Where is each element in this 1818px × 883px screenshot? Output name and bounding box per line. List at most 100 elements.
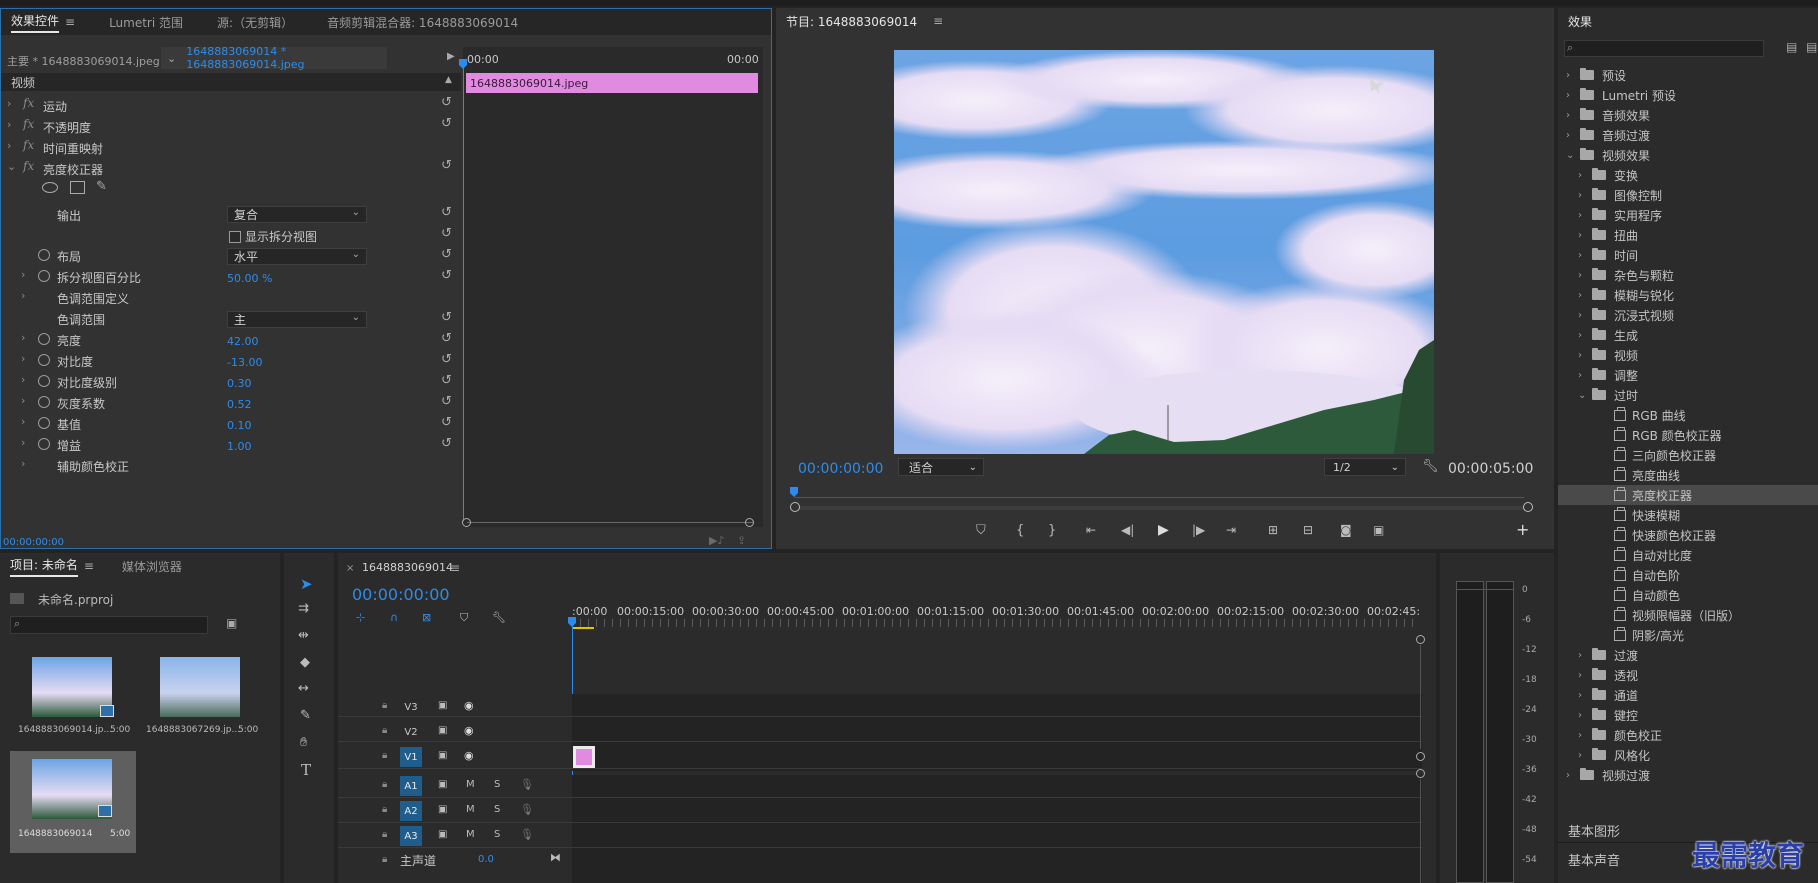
split-view-checkbox[interactable] bbox=[229, 231, 241, 243]
wrench-icon[interactable]: 🔧︎ bbox=[492, 611, 506, 624]
chevron-right-icon[interactable]: › bbox=[1578, 190, 1592, 201]
effects-tree-item[interactable]: › 生成 bbox=[1558, 325, 1818, 345]
tab-effect-controls[interactable]: 效果控件 ≡ bbox=[1, 9, 85, 35]
stopwatch-icon[interactable] bbox=[38, 438, 50, 450]
track-label-a3[interactable]: A3 bbox=[400, 826, 422, 846]
contrast-level-value[interactable]: 0.30 bbox=[227, 377, 252, 390]
mute-button[interactable]: M bbox=[466, 804, 475, 815]
timeline-timecode[interactable]: 00:00:00:00 bbox=[352, 585, 450, 604]
scroll-handle-left[interactable] bbox=[462, 518, 471, 527]
collapse-up-icon[interactable]: ▲ bbox=[445, 75, 452, 85]
effects-tree-item[interactable]: › 音频过渡 bbox=[1558, 125, 1818, 145]
panel-menu-icon[interactable]: ≡ bbox=[65, 15, 75, 29]
vscroll-audio-bar[interactable] bbox=[1420, 779, 1421, 883]
sequence-clip-dropdown[interactable]: ⌄ 1648883069014 * 1648883069014.jpeg bbox=[161, 45, 387, 71]
wrench-icon[interactable]: 🔧︎ bbox=[1422, 459, 1439, 474]
selection-tool-icon[interactable]: ➤ bbox=[300, 575, 313, 593]
stopwatch-icon[interactable] bbox=[38, 249, 50, 261]
project-item-selected[interactable]: 1648883069014 5:00 bbox=[10, 751, 136, 853]
effect-controls-timecode[interactable]: 00:00:00:00 bbox=[3, 537, 64, 548]
chevron-right-icon[interactable]: › bbox=[1578, 330, 1592, 341]
reset-icon[interactable]: ↺ bbox=[441, 352, 452, 367]
stopwatch-icon[interactable] bbox=[38, 354, 50, 366]
expand-icon[interactable]: › bbox=[21, 373, 25, 386]
expand-icon[interactable]: › bbox=[21, 436, 25, 449]
sync-lock-icon[interactable]: ▣ bbox=[438, 779, 447, 790]
effects-tree-item[interactable]: › 变换 bbox=[1558, 165, 1818, 185]
eye-icon[interactable]: ◉ bbox=[464, 699, 474, 712]
chevron-right-icon[interactable]: › bbox=[1578, 270, 1592, 281]
chevron-right-icon[interactable]: › bbox=[1566, 130, 1580, 141]
zoom-handle-right[interactable] bbox=[1523, 502, 1533, 512]
tab-effects[interactable]: 效果 bbox=[1558, 8, 1602, 34]
solo-button[interactable]: S bbox=[494, 779, 500, 790]
program-video-frame[interactable] bbox=[894, 50, 1434, 454]
microphone-icon[interactable]: 🎙︎ bbox=[520, 778, 534, 791]
vscroll-handle-top[interactable] bbox=[1416, 635, 1425, 644]
effects-tree-item[interactable]: › 模糊与锐化 bbox=[1558, 285, 1818, 305]
effects-tree-item[interactable]: › 过渡 bbox=[1558, 645, 1818, 665]
pedestal-value[interactable]: 0.10 bbox=[227, 419, 252, 432]
hand-tool-icon[interactable]: ✋︎ bbox=[300, 735, 307, 750]
reset-icon[interactable]: ↺ bbox=[441, 394, 452, 409]
mini-scrollbar[interactable] bbox=[467, 522, 753, 523]
program-ruler[interactable] bbox=[794, 490, 1524, 498]
chevron-right-icon[interactable]: › bbox=[1566, 770, 1580, 781]
reset-icon[interactable]: ↺ bbox=[441, 331, 452, 346]
effects-tree-item[interactable]: ⌄ 过时 bbox=[1558, 385, 1818, 405]
lock-icon[interactable]: 🔒︎ bbox=[382, 804, 387, 815]
tonal-range-dropdown[interactable]: 主 ⌄ bbox=[227, 311, 367, 328]
tab-media-browser[interactable]: 媒体浏览器 bbox=[112, 553, 192, 579]
effects-tree-item[interactable]: › 视频 bbox=[1558, 345, 1818, 365]
lock-icon[interactable]: 🔒︎ bbox=[382, 700, 387, 711]
brightness-value[interactable]: 42.00 bbox=[227, 335, 259, 348]
gamma-value[interactable]: 0.52 bbox=[227, 398, 252, 411]
solo-button[interactable]: S bbox=[494, 804, 500, 815]
panel-menu-icon[interactable]: ≡ bbox=[84, 559, 94, 573]
chevron-right-icon[interactable]: › bbox=[1578, 670, 1592, 681]
snap-icon[interactable]: ∩ bbox=[390, 611, 398, 624]
fx-icon[interactable]: fx bbox=[23, 117, 34, 131]
project-item[interactable]: 1648883069014.jp... 5:00 bbox=[14, 653, 130, 743]
render-audio-icon[interactable]: ▶♪ bbox=[709, 534, 724, 547]
ellipse-mask-icon[interactable] bbox=[42, 182, 58, 193]
reset-icon[interactable]: ↺ bbox=[441, 116, 452, 131]
fx-icon[interactable]: fx bbox=[23, 159, 34, 173]
output-dropdown[interactable]: 复合 ⌄ bbox=[227, 206, 367, 223]
vscroll-handle-bottom[interactable] bbox=[1416, 752, 1425, 761]
split-percent-value[interactable]: 50.00 % bbox=[227, 272, 272, 285]
reset-icon[interactable]: ↺ bbox=[441, 268, 452, 283]
close-icon[interactable]: × bbox=[346, 563, 354, 574]
reset-icon[interactable]: ↺ bbox=[441, 205, 452, 220]
reset-icon[interactable]: ↺ bbox=[441, 247, 452, 262]
effects-tree-item[interactable]: › 图像控制 bbox=[1558, 185, 1818, 205]
mute-button[interactable]: M bbox=[466, 779, 475, 790]
basic-sound-panel[interactable]: 基本声音 bbox=[1568, 850, 1620, 869]
reset-icon[interactable]: ↺ bbox=[441, 95, 452, 110]
comparison-view-icon[interactable]: ▣ bbox=[1373, 523, 1384, 537]
chevron-right-icon[interactable]: › bbox=[1578, 730, 1592, 741]
go-to-end-icon[interactable]: ⧓ bbox=[550, 851, 561, 864]
chevron-right-icon[interactable]: › bbox=[1578, 230, 1592, 241]
effects-tree-item[interactable]: › 时间 bbox=[1558, 245, 1818, 265]
effects-tree-item[interactable]: › 沉浸式视频 bbox=[1558, 305, 1818, 325]
vscroll-bar[interactable] bbox=[1420, 645, 1421, 749]
lift-icon[interactable]: ⊞ bbox=[1268, 523, 1278, 537]
tab-audio-clip-mixer[interactable]: 音频剪辑混合器: 1648883069014 bbox=[317, 9, 528, 35]
effects-tree-item[interactable]: 自动颜色 bbox=[1558, 585, 1818, 605]
chevron-down-icon[interactable]: ⌄ bbox=[1578, 390, 1592, 401]
track-label-v2[interactable]: V2 bbox=[400, 722, 422, 742]
tab-source[interactable]: 源:（无剪辑） bbox=[207, 9, 303, 35]
effects-tree-item[interactable]: 三向颜色校正器 bbox=[1558, 445, 1818, 465]
effect-time-remap[interactable]: 时间重映射 bbox=[43, 140, 103, 156]
effects-tree-item[interactable]: 亮度曲线 bbox=[1558, 465, 1818, 485]
effects-tree-item[interactable]: 快速颜色校正器 bbox=[1558, 525, 1818, 545]
zoom-handle-left[interactable] bbox=[790, 502, 800, 512]
expand-icon[interactable]: › bbox=[21, 331, 25, 344]
track-label-v3[interactable]: V3 bbox=[400, 697, 422, 717]
effect-opacity[interactable]: 不透明度 bbox=[43, 119, 91, 135]
expand-icon[interactable]: › bbox=[21, 268, 25, 281]
effect-motion[interactable]: 运动 bbox=[43, 98, 67, 114]
master-volume-value[interactable]: 0.0 bbox=[478, 854, 494, 865]
effects-tree-item[interactable]: RGB 曲线 bbox=[1558, 405, 1818, 425]
